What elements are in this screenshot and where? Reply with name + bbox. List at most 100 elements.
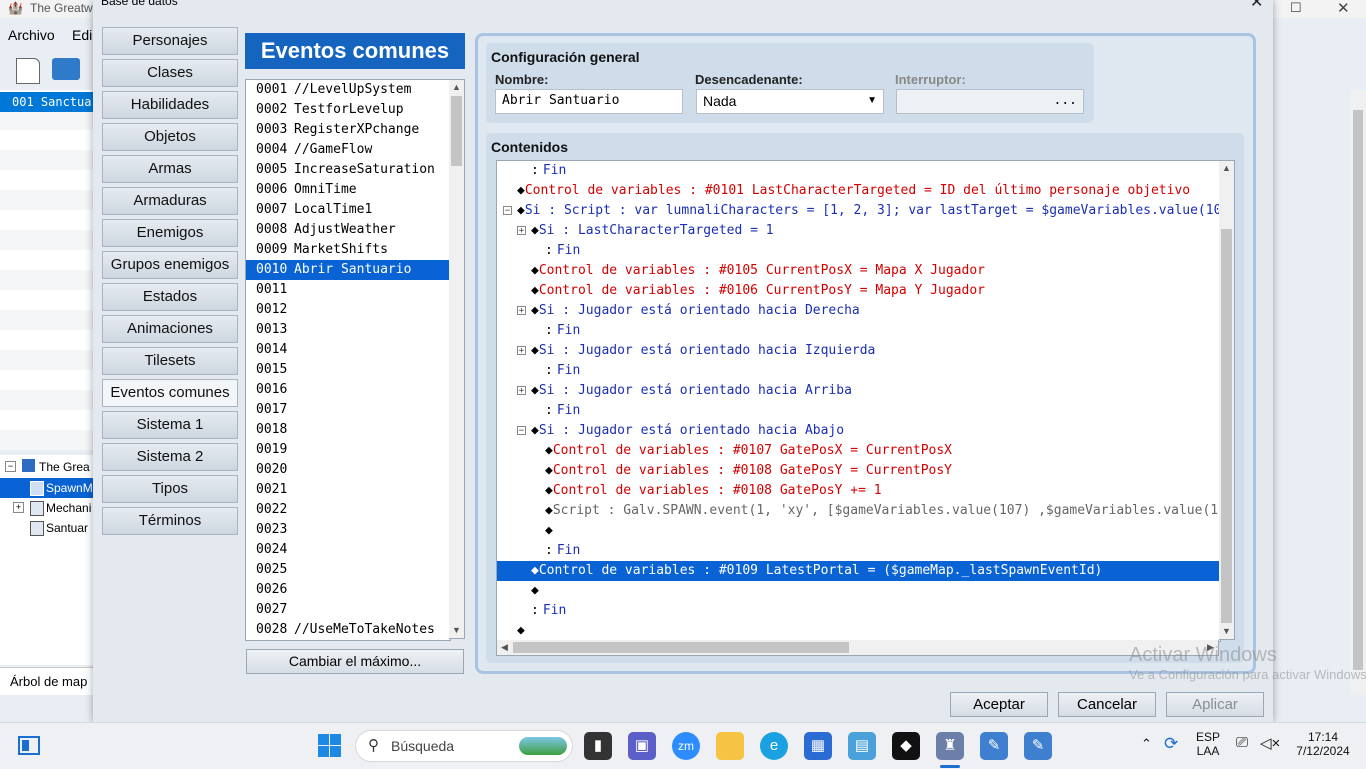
nav-button[interactable]: Clases (102, 59, 238, 87)
app-icon-dark[interactable]: ◆ (892, 732, 920, 760)
command-line[interactable]: − ◆Si : Script : var lumnaliCharacters = … (497, 201, 1220, 221)
event-list-item[interactable]: 0019 (246, 440, 450, 460)
maximize-icon[interactable]: ☐ (1290, 0, 1302, 16)
nav-button[interactable]: Términos (102, 507, 238, 535)
command-line[interactable]: + ◆Si : Jugador está orientado hacia Dere… (497, 301, 1220, 321)
nav-button[interactable]: Tipos (102, 475, 238, 503)
command-line[interactable]: ◆Control de variables : #0108 GatePosY =… (497, 461, 1220, 481)
expand-icon[interactable]: + (517, 306, 526, 316)
event-list-item[interactable]: 0001 //LevelUpSystem (246, 80, 450, 100)
nav-button[interactable]: Personajes (102, 27, 238, 55)
start-icon[interactable] (316, 732, 344, 760)
teams-icon[interactable]: ▣ (628, 732, 656, 760)
event-list-scrollbar[interactable]: ▲ ▼ (449, 79, 465, 639)
language-indicator[interactable]: ESP LAA (1194, 730, 1222, 758)
menu-edit[interactable]: Edi (72, 27, 92, 43)
close-main-icon[interactable]: ✕ (1337, 0, 1350, 17)
event-list-item[interactable]: 0009 MarketShifts (246, 240, 450, 260)
dialog-close-icon[interactable]: ✕ (1250, 0, 1263, 12)
tree-item-project[interactable]: The Grea (39, 460, 90, 474)
zoom-icon[interactable]: zm (672, 732, 700, 760)
name-input[interactable]: Abrir Santuario (495, 89, 683, 114)
command-line[interactable]: ◆ (497, 581, 1220, 601)
new-file-icon[interactable] (16, 58, 40, 84)
event-list-item[interactable]: 0016 (246, 380, 450, 400)
expand-icon[interactable]: + (517, 386, 526, 396)
event-list-item[interactable]: 0008 AdjustWeather (246, 220, 450, 240)
clock[interactable]: 17:14 7/12/2024 (1288, 730, 1358, 758)
scroll-down-icon[interactable]: ▼ (1219, 624, 1234, 639)
command-line[interactable]: ◆Script : Galv.SPAWN.event(1, 'xy', [$ga… (497, 501, 1220, 521)
collapse-icon[interactable]: − (5, 461, 16, 472)
edge-icon[interactable]: e (760, 732, 788, 760)
nav-button[interactable]: Habilidades (102, 91, 238, 119)
event-list-item[interactable]: 0015 (246, 360, 450, 380)
command-line[interactable]: ◆Control de variables : #0108 GatePosY +… (497, 481, 1220, 501)
map-tree-tab[interactable]: Árbol de map (0, 667, 93, 695)
scroll-left-icon[interactable]: ◀ (497, 640, 512, 655)
command-line[interactable]: : Fin (497, 541, 1220, 561)
nav-button[interactable]: Animaciones (102, 315, 238, 343)
event-list-item[interactable]: 0018 (246, 420, 450, 440)
command-line[interactable]: − ◆Si : Jugador está orientado hacia Abaj… (497, 421, 1220, 441)
change-max-button[interactable]: Cambiar el máximo... (246, 649, 464, 674)
tree-item-spawnmap[interactable]: SpawnMa (46, 481, 99, 495)
command-line[interactable]: : Fin (497, 401, 1220, 421)
event-list-item[interactable]: 0025 (246, 560, 450, 580)
event-list-item[interactable]: 0026 (246, 580, 450, 600)
event-list-item[interactable]: 0014 (246, 340, 450, 360)
terminal-icon[interactable]: ▮ (584, 732, 612, 760)
nav-button[interactable]: Estados (102, 283, 238, 311)
open-folder-icon[interactable] (52, 58, 80, 80)
trigger-select[interactable]: Nada ▼ (696, 89, 884, 114)
command-line[interactable]: + ◆Si : Jugador está orientado hacia Arri… (497, 381, 1220, 401)
command-line[interactable]: ◆ (497, 521, 1220, 541)
taskbar-search[interactable]: ⚲ Búsqueda (355, 730, 573, 762)
event-list-item[interactable]: 0005 IncreaseSaturation (246, 160, 450, 180)
nav-button[interactable]: Grupos enemigos (102, 251, 238, 279)
map-list-item-selected[interactable]: 001 Sanctua (0, 92, 93, 112)
collapse-icon[interactable]: − (517, 426, 526, 436)
command-line[interactable]: ◆Control de variables : #0109 LatestPort… (497, 561, 1220, 581)
ok-button[interactable]: Aceptar (950, 692, 1048, 717)
command-line[interactable]: ◆Control de variables : #0106 CurrentPos… (497, 281, 1220, 301)
sync-icon[interactable]: ⟳ (1164, 734, 1178, 754)
file-explorer-icon[interactable] (716, 732, 744, 760)
command-line[interactable]: : Fin (497, 321, 1220, 341)
menu-archivo[interactable]: Archivo (8, 27, 55, 43)
switch-browse-button[interactable]: ... (1054, 90, 1077, 112)
event-list-item[interactable]: 0004 //GameFlow (246, 140, 450, 160)
event-list-item[interactable]: 0028 //UseMeToTakeNotes (246, 620, 450, 640)
nav-button[interactable]: Tilesets (102, 347, 238, 375)
event-list-item[interactable]: 0024 (246, 540, 450, 560)
cancel-button[interactable]: Cancelar (1058, 692, 1156, 717)
event-list-item[interactable]: 0020 (246, 460, 450, 480)
nav-button[interactable]: Objetos (102, 123, 238, 151)
command-line[interactable]: : Fin (497, 161, 1220, 181)
command-line[interactable]: + ◆Si : LastCharacterTargeted = 1 (497, 221, 1220, 241)
command-line[interactable]: : Fin (497, 601, 1220, 621)
event-list-item[interactable]: 0023 (246, 520, 450, 540)
command-line[interactable]: ◆Control de variables : #0107 GatePosX =… (497, 441, 1220, 461)
nav-button[interactable]: Armas (102, 155, 238, 183)
scroll-up-icon[interactable]: ▲ (449, 80, 464, 95)
expand-icon[interactable]: + (517, 226, 526, 236)
nav-button[interactable]: Sistema 2 (102, 443, 238, 471)
command-line[interactable]: : Fin (497, 241, 1220, 261)
command-line[interactable]: : Fin (497, 361, 1220, 381)
tree-item-santuario[interactable]: Santuar (46, 521, 88, 535)
event-list-item[interactable]: 0013 (246, 320, 450, 340)
nav-button[interactable]: Sistema 1 (102, 411, 238, 439)
main-scrollbar[interactable] (1350, 90, 1366, 695)
store-icon[interactable]: ▦ (804, 732, 832, 760)
command-line[interactable]: + ◆Si : Jugador está orientado hacia Izqu… (497, 341, 1220, 361)
photos-icon[interactable]: ▤ (848, 732, 876, 760)
event-list-item[interactable]: 0012 (246, 300, 450, 320)
tray-chevron-icon[interactable]: ⌃ (1141, 736, 1152, 752)
expand-icon[interactable]: + (13, 502, 24, 513)
command-list-vscroll[interactable]: ▲ ▼ (1219, 160, 1235, 640)
command-line[interactable]: ◆Control de variables : #0105 CurrentPos… (497, 261, 1220, 281)
scroll-up-icon[interactable]: ▲ (1219, 161, 1234, 176)
command-line[interactable]: ◆Control de variables : #0101 LastCharac… (497, 181, 1220, 201)
nav-button[interactable]: Eventos comunes (102, 379, 238, 407)
